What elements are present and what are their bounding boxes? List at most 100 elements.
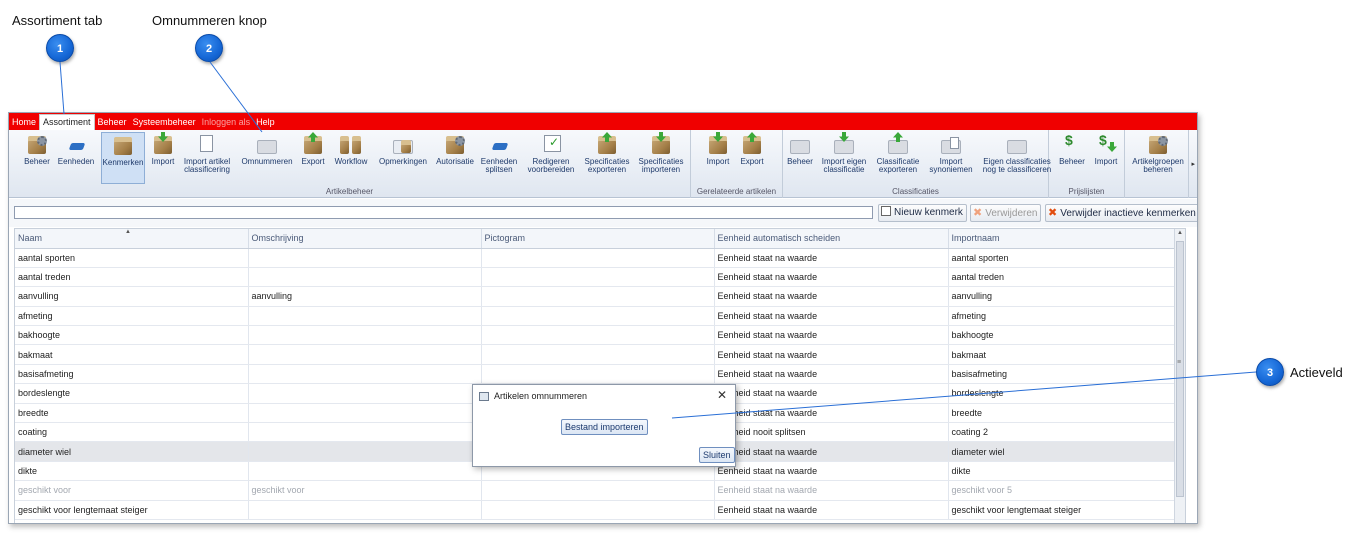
table-cell: Eenheid staat na waarde bbox=[714, 248, 949, 268]
authorization-icon bbox=[443, 134, 467, 156]
table-cell: Eenheid staat na waarde bbox=[714, 403, 949, 424]
dialog-title: Artikelen omnummeren bbox=[494, 391, 588, 401]
ribbon-button-import[interactable]: Import bbox=[148, 132, 178, 166]
ribbon-button-import-artikel-classificering[interactable]: Import artikel classificering bbox=[180, 132, 234, 174]
import-specs-icon bbox=[649, 132, 673, 156]
annotation-label-2: Omnummeren knop bbox=[152, 13, 267, 28]
table-cell: bakmaat bbox=[948, 344, 1183, 365]
synonyms-icon bbox=[939, 134, 963, 156]
ribbon-button-specificaties-exporteren[interactable]: Specificaties exporteren bbox=[581, 132, 633, 174]
ribbon-button-eigen-classificaties[interactable]: Eigen classificaties nog te classificere… bbox=[979, 132, 1055, 174]
ribbon-button-kenmerken[interactable]: Kenmerken bbox=[101, 132, 145, 184]
table-cell: geschikt voor bbox=[15, 480, 249, 501]
menu-tab-help[interactable]: Help bbox=[253, 115, 278, 130]
ribbon-group-classificaties: Beheer Import eigen classificatie Classi… bbox=[783, 130, 1051, 198]
menu-tab-systeembeheer[interactable]: Systeembeheer bbox=[130, 115, 199, 130]
ribbon-button-eenheden[interactable]: Eenheden bbox=[55, 132, 97, 166]
export-folder-icon bbox=[886, 132, 910, 156]
ribbon-button-beheer[interactable]: Beheer bbox=[21, 132, 53, 166]
ribbon-group-prijslijsten: $ Beheer $ Import Prijslijsten bbox=[1049, 130, 1125, 198]
table-cell bbox=[248, 248, 482, 268]
vertical-scrollbar[interactable]: ▲ ≡ bbox=[1174, 229, 1185, 523]
table-cell: bordeslengte bbox=[948, 383, 1183, 404]
column-header-importnaam[interactable]: Importnaam bbox=[948, 229, 1183, 249]
table-cell: afmeting bbox=[948, 306, 1183, 327]
column-header-eenheid[interactable]: Eenheid automatisch scheiden bbox=[714, 229, 949, 249]
close-button[interactable]: Sluiten bbox=[699, 447, 735, 463]
ribbon-group-artikelbeheer: Beheer Eenheden Kenmerken Import Import … bbox=[9, 130, 691, 198]
table-cell: aanvulling bbox=[948, 286, 1183, 307]
ribbon-button-workflow[interactable]: Workflow bbox=[330, 132, 372, 166]
new-kenmerk-button[interactable]: Nieuw kenmerk bbox=[878, 204, 967, 222]
table-row[interactable]: bakhoogte Eenheid staat na waarde bakhoogt… bbox=[15, 325, 1183, 346]
table-cell: aanvulling bbox=[248, 286, 482, 307]
import-document-icon bbox=[195, 134, 219, 156]
search-input[interactable] bbox=[14, 206, 873, 219]
table-row[interactable]: geschikt voor lengtemaat steiger Eenheid … bbox=[15, 500, 1183, 520]
ribbon-group-artikelgroepen: Artikelgroepen beheren bbox=[1125, 130, 1189, 198]
ribbon-button-eenheden-splitsen[interactable]: Eenheden splitsen bbox=[479, 132, 519, 174]
table-row[interactable]: afmeting Eenheid staat na waarde afmeting bbox=[15, 306, 1183, 327]
table-cell: geschikt voor lengtemaat steiger bbox=[15, 500, 249, 520]
menu-tab-assortiment[interactable]: Assortiment bbox=[39, 114, 95, 130]
folder-icon bbox=[1005, 134, 1029, 156]
table-row[interactable]: geschikt voor geschikt voor Eenheid staat … bbox=[15, 480, 1183, 501]
close-icon[interactable]: ✕ bbox=[717, 388, 727, 402]
table-row[interactable]: bakmaat Eenheid staat na waarde bakmaat bbox=[15, 344, 1183, 365]
document-icon bbox=[881, 206, 891, 216]
table-cell: afmeting bbox=[15, 306, 249, 327]
menu-tab-home[interactable]: Home bbox=[9, 115, 39, 130]
column-header-omschrijving[interactable]: Omschrijving bbox=[248, 229, 482, 249]
table-row[interactable]: aanvulling aanvulling Eenheid staat na waa… bbox=[15, 286, 1183, 307]
table-cell bbox=[481, 500, 715, 520]
table-cell: basisafmeting bbox=[948, 364, 1183, 385]
delete-icon: ✖ bbox=[973, 207, 983, 219]
ribbon-button-opmerkingen[interactable]: Opmerkingen bbox=[374, 132, 432, 166]
ribbon-button-import-synoniemen[interactable]: Import synoniemen bbox=[925, 132, 977, 174]
table-cell: geschikt voor 5 bbox=[948, 480, 1183, 501]
table-cell bbox=[248, 267, 482, 288]
scroll-up-icon[interactable]: ▲ bbox=[1177, 230, 1183, 236]
ribbon-button-classificatie-exporteren[interactable]: Classificatie exporteren bbox=[873, 132, 923, 174]
table-row[interactable]: aantal treden Eenheid staat na waarde aant… bbox=[15, 267, 1183, 288]
table-cell bbox=[481, 325, 715, 346]
table-cell bbox=[248, 344, 482, 365]
column-header-naam[interactable]: ▲ Naam bbox=[15, 229, 249, 249]
ribbon-scroll-right-icon[interactable]: ▸ bbox=[1191, 160, 1195, 168]
leader-line-1 bbox=[59, 61, 65, 115]
table-row[interactable]: basisafmeting Eenheid staat na waarde basi… bbox=[15, 364, 1183, 385]
table-cell: aanvulling bbox=[15, 286, 249, 307]
table-cell bbox=[248, 500, 482, 520]
table-cell: Eenheid staat na waarde bbox=[714, 325, 949, 346]
menu-tab-beheer[interactable]: Beheer bbox=[95, 115, 130, 130]
table-cell: Eenheid staat na waarde bbox=[714, 306, 949, 327]
delete-button[interactable]: ✖ Verwijderen bbox=[970, 204, 1042, 222]
delete-inactive-button[interactable]: ✖ Verwijder inactieve kenmerken bbox=[1045, 204, 1197, 222]
ribbon-button-autorisatie[interactable]: Autorisatie bbox=[433, 132, 477, 166]
box-icon bbox=[111, 135, 135, 157]
table-cell bbox=[481, 344, 715, 365]
ribbon-button-omnummeren[interactable]: Omnummeren bbox=[237, 132, 297, 166]
ribbon-button-export[interactable]: Export bbox=[299, 132, 327, 166]
toolbar: Nieuw kenmerk ✖ Verwijderen ✖ Verwijder in… bbox=[9, 199, 1197, 227]
ribbon-button-redigeren-voorbereiden[interactable]: ✓ Redigeren voorbereiden bbox=[523, 132, 579, 174]
table-header-row: ▲ Naam Omschrijving Pictogram Eenheid aut… bbox=[15, 229, 1183, 249]
scrollbar-thumb[interactable] bbox=[1176, 241, 1184, 497]
table-cell bbox=[481, 248, 715, 268]
ribbon-button-artikelgroepen-beheren[interactable]: Artikelgroepen beheren bbox=[1129, 132, 1187, 174]
menu-bar: Home Assortiment Beheer Systeembeheer In… bbox=[9, 113, 1197, 130]
table-row[interactable]: aantal sporten Eenheid staat na waarde aan… bbox=[15, 248, 1183, 268]
ribbon-button-prijslijsten-import[interactable]: $ Import bbox=[1091, 132, 1121, 166]
table-cell: Eenheid staat na waarde bbox=[714, 364, 949, 385]
ribbon-button-import-eigen-classificatie[interactable]: Import eigen classificatie bbox=[817, 132, 871, 174]
column-header-pictogram[interactable]: Pictogram bbox=[481, 229, 715, 249]
menu-tab-inloggen-als[interactable]: Inloggen als bbox=[199, 115, 254, 130]
ribbon-button-specificaties-importeren[interactable]: Specificaties importeren bbox=[634, 132, 688, 174]
annotation-badge-1: 1 bbox=[46, 34, 74, 62]
ribbon-button-classificaties-beheer[interactable]: Beheer bbox=[785, 132, 815, 166]
ribbon-button-related-export[interactable]: Export bbox=[737, 132, 767, 166]
import-file-button[interactable]: Bestand importeren bbox=[561, 419, 648, 435]
ribbon-button-prijslijsten-beheer[interactable]: $ Beheer bbox=[1057, 132, 1087, 166]
ribbon-button-related-import[interactable]: Import bbox=[703, 132, 733, 166]
export-box-icon bbox=[740, 132, 764, 156]
